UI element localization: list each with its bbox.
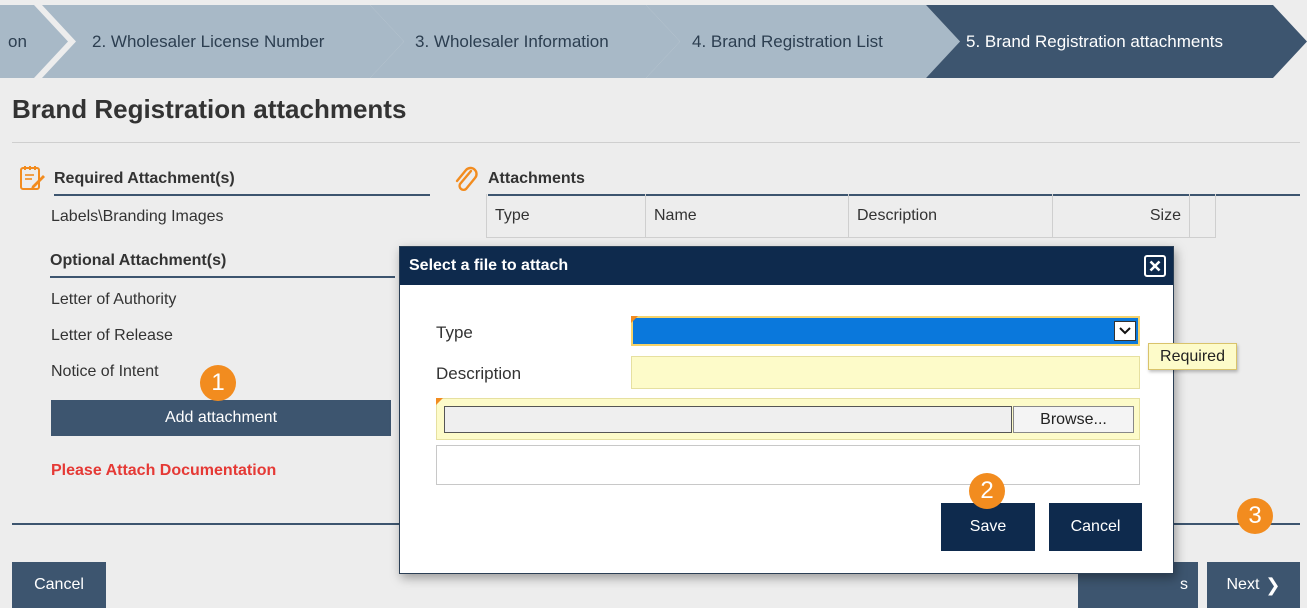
cancel-button[interactable]: Cancel <box>12 562 106 608</box>
required-item-labels[interactable]: Labels\Branding Images <box>51 208 224 226</box>
required-tooltip: Required <box>1148 343 1237 370</box>
optional-item-notice-of-intent[interactable]: Notice of Intent <box>51 363 159 381</box>
dialog-cancel-button[interactable]: Cancel <box>1049 503 1142 551</box>
step-3[interactable]: 3. Wholesaler Information <box>370 5 680 78</box>
close-button[interactable] <box>1144 255 1166 277</box>
attachments-table-header: Type Name Description Size <box>486 194 1216 238</box>
step-2[interactable]: 2. Wholesaler License Number <box>42 5 404 78</box>
column-type[interactable]: Type <box>486 194 646 238</box>
column-actions <box>1190 194 1216 238</box>
close-icon <box>1149 260 1161 272</box>
file-name-field[interactable] <box>436 445 1140 485</box>
dialog-header: Select a file to attach <box>400 247 1173 285</box>
dropdown-toggle[interactable] <box>1114 321 1136 341</box>
step-1-label: on <box>8 31 27 51</box>
step-5-label: 5. Brand Registration attachments <box>966 31 1224 51</box>
step-3-label: 3. Wholesaler Information <box>415 31 609 51</box>
callout-badge-2: 2 <box>969 473 1005 509</box>
callout-badge-1: 1 <box>200 365 236 401</box>
chevron-down-icon <box>1119 327 1131 335</box>
wizard-steps: on 2. Wholesaler License Number 3. Whole… <box>0 5 1307 78</box>
optional-item-letter-of-authority[interactable]: Letter of Authority <box>51 291 176 309</box>
column-name[interactable]: Name <box>646 194 849 238</box>
notepad-pencil-icon <box>20 166 45 190</box>
description-input[interactable] <box>631 356 1140 389</box>
step-4[interactable]: 4. Brand Registration List <box>646 5 960 78</box>
type-select[interactable] <box>631 316 1140 346</box>
next-button[interactable]: Next ❯ <box>1207 562 1300 608</box>
next-label: Next <box>1226 576 1260 593</box>
attach-documentation-warning: Please Attach Documentation <box>51 462 277 479</box>
save-button[interactable]: Save <box>941 503 1035 551</box>
add-attachment-button[interactable]: Add attachment <box>51 400 391 436</box>
paperclip-icon <box>455 166 478 192</box>
column-size[interactable]: Size <box>1053 194 1190 238</box>
step-5[interactable]: 5. Brand Registration attachments <box>926 5 1307 78</box>
description-label: Description <box>436 364 522 383</box>
attachments-heading: Attachments <box>488 170 1300 196</box>
title-divider <box>12 142 1300 143</box>
type-label: Type <box>436 323 473 342</box>
column-description[interactable]: Description <box>849 194 1053 238</box>
chevron-right-icon: ❯ <box>1265 574 1281 595</box>
attach-file-dialog: Select a file to attach Type Description… <box>399 246 1174 574</box>
dialog-title: Select a file to attach <box>409 257 569 274</box>
optional-item-letter-of-release[interactable]: Letter of Release <box>51 327 173 345</box>
callout-badge-3: 3 <box>1237 498 1273 534</box>
page-title: Brand Registration attachments <box>12 94 407 124</box>
file-path-field[interactable] <box>444 406 1012 433</box>
required-attachments-heading: Required Attachment(s) <box>54 170 430 196</box>
optional-attachments-heading: Optional Attachment(s) <box>50 252 395 278</box>
step-2-label: 2. Wholesaler License Number <box>92 31 325 51</box>
browse-button[interactable]: Browse... <box>1013 406 1134 433</box>
step-4-label: 4. Brand Registration List <box>692 31 883 51</box>
file-picker: Browse... <box>436 398 1140 440</box>
